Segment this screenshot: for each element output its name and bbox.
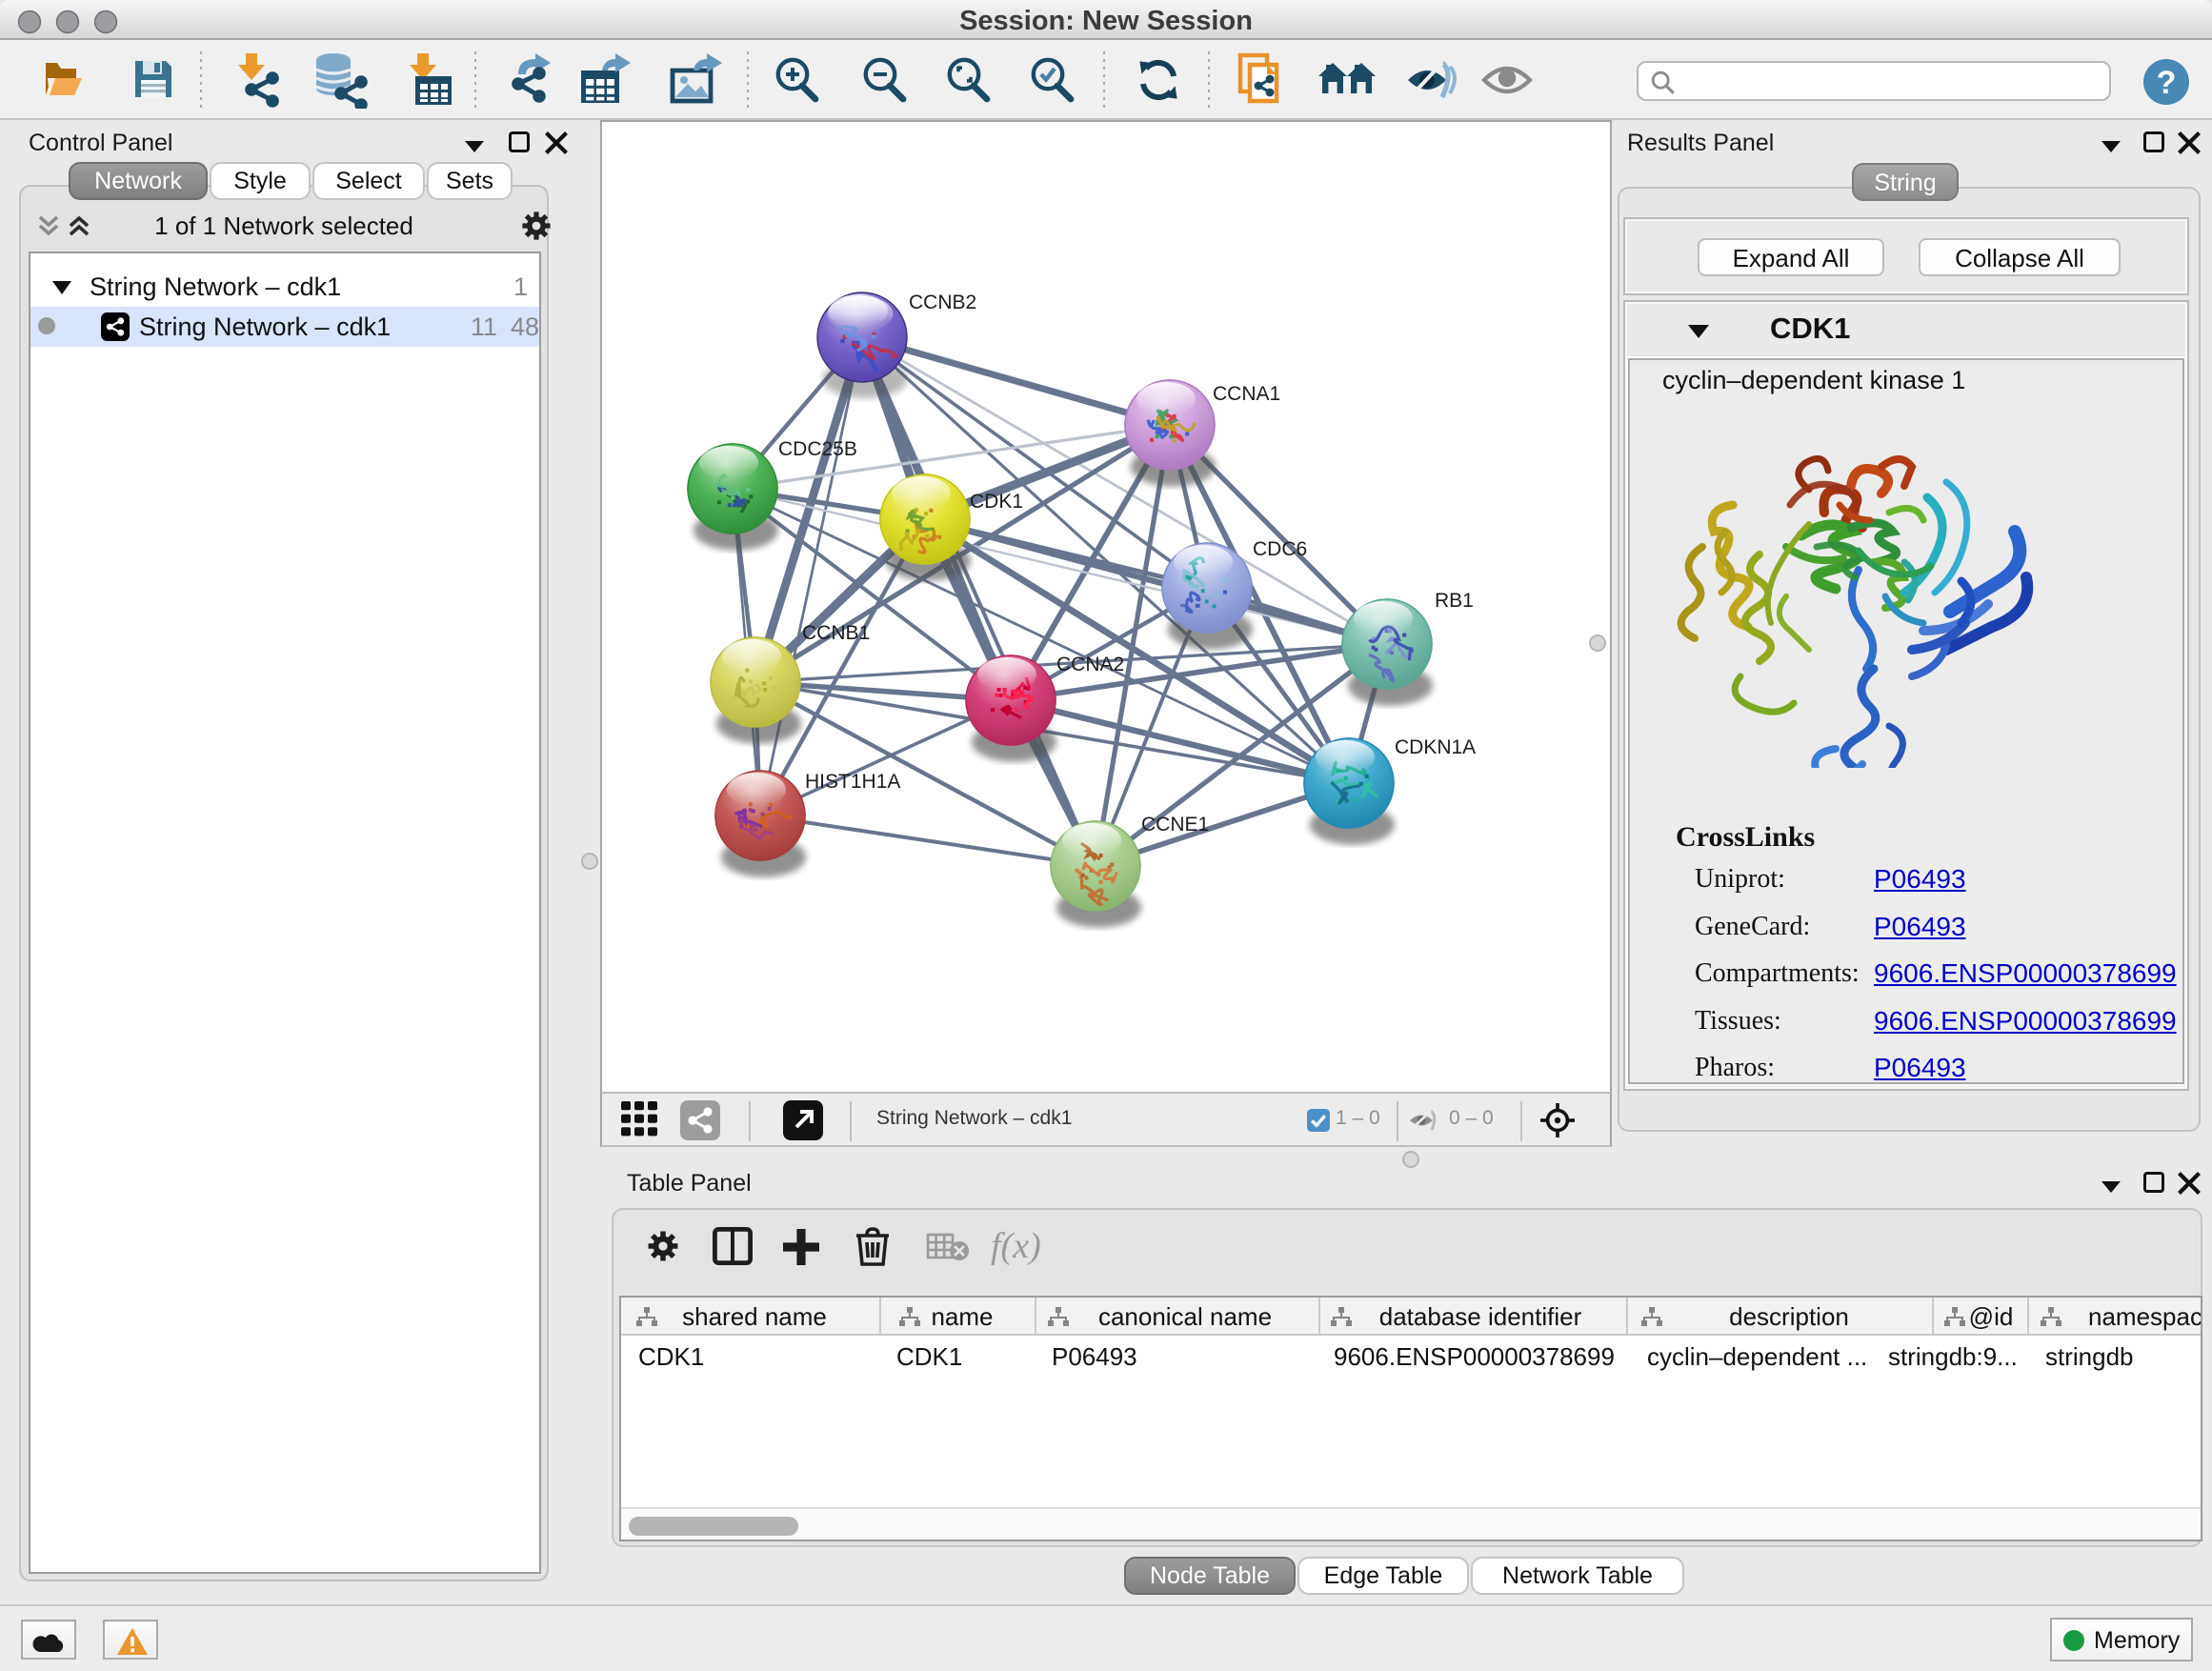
svg-text:CDK1: CDK1 <box>970 491 1023 513</box>
svg-text:HIST1H1A: HIST1H1A <box>805 771 900 793</box>
svg-text:CCNA1: CCNA1 <box>1213 383 1280 405</box>
svg-text:CCNB1: CCNB1 <box>802 622 870 644</box>
svg-text:RB1: RB1 <box>1435 590 1474 612</box>
svg-text:?: ? <box>2157 65 2177 101</box>
svg-text:CCNE1: CCNE1 <box>1141 814 1209 836</box>
svg-text:CDC6: CDC6 <box>1253 538 1307 560</box>
svg-text:CDKN1A: CDKN1A <box>1395 736 1476 758</box>
svg-text:CDC25B: CDC25B <box>778 438 857 460</box>
svg-text:CCNA2: CCNA2 <box>1056 654 1124 675</box>
svg-text:CCNB2: CCNB2 <box>909 292 976 313</box>
